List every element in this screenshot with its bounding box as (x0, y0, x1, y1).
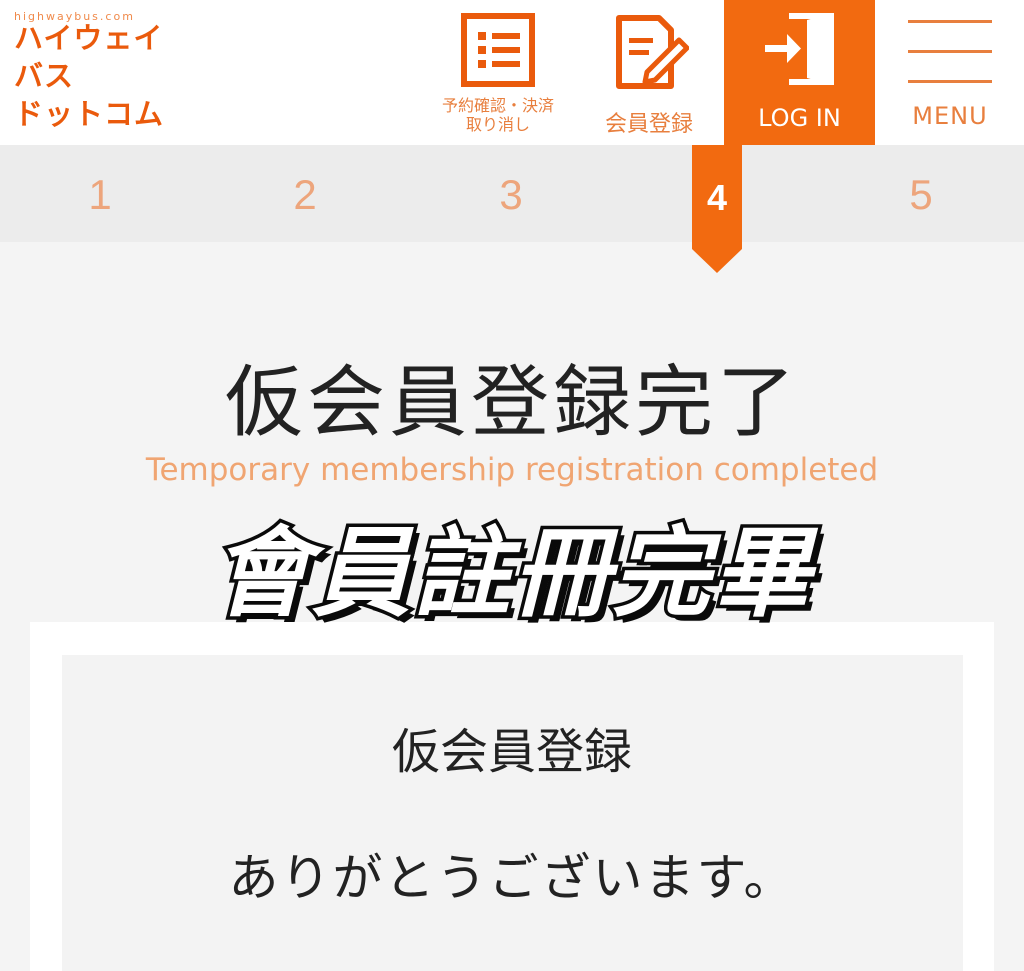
site-header: highwaybus.com ハイウェイ バス ドットコム 予約確認・決済 取り… (0, 0, 1024, 145)
step-indicator: 1 2 3 5 (0, 145, 1024, 242)
login-icon (761, 10, 839, 92)
nav-menu-button[interactable]: MENU (895, 0, 1005, 145)
nav-login-label: LOG IN (758, 104, 841, 132)
edit-document-icon (609, 12, 690, 96)
nav-reservation-label-line2: 取り消し (465, 115, 530, 134)
step-2: 2 (293, 171, 317, 218)
logo-line-3: ドットコム (14, 97, 165, 131)
nav-signup-button[interactable]: 会員登録 (588, 0, 710, 145)
page-subtitle: Temporary membership registration comple… (145, 452, 879, 488)
step-3: 3 (499, 171, 523, 218)
logo-line-1: ハイウェイ (14, 21, 164, 55)
nav-reservation-button[interactable]: 予約確認・決済 取り消し (418, 0, 578, 145)
site-logo[interactable]: highwaybus.com ハイウェイ バス ドットコム (14, 10, 184, 135)
nav-signup-label: 会員登録 (604, 112, 693, 137)
nav-reservation-label-line1: 予約確認・決済 (441, 96, 554, 115)
step-4-current: 4 (706, 177, 728, 218)
nav-menu-label: MENU (912, 102, 988, 130)
hamburger-menu-icon (908, 18, 992, 88)
nav-login-button[interactable]: LOG IN (724, 0, 875, 145)
page-title: 仮会員登録完了 (224, 358, 799, 448)
step-1: 1 (88, 171, 112, 218)
step-5: 5 (909, 171, 933, 218)
completion-card-body (62, 655, 963, 971)
overlay-caption: 會員註冊完畢 (208, 514, 813, 635)
completion-card-message: ありがとうございます。 (228, 849, 796, 907)
logo-line-2: バス (14, 59, 75, 93)
list-icon (460, 12, 536, 92)
completion-card-heading: 仮会員登録 (391, 724, 632, 780)
